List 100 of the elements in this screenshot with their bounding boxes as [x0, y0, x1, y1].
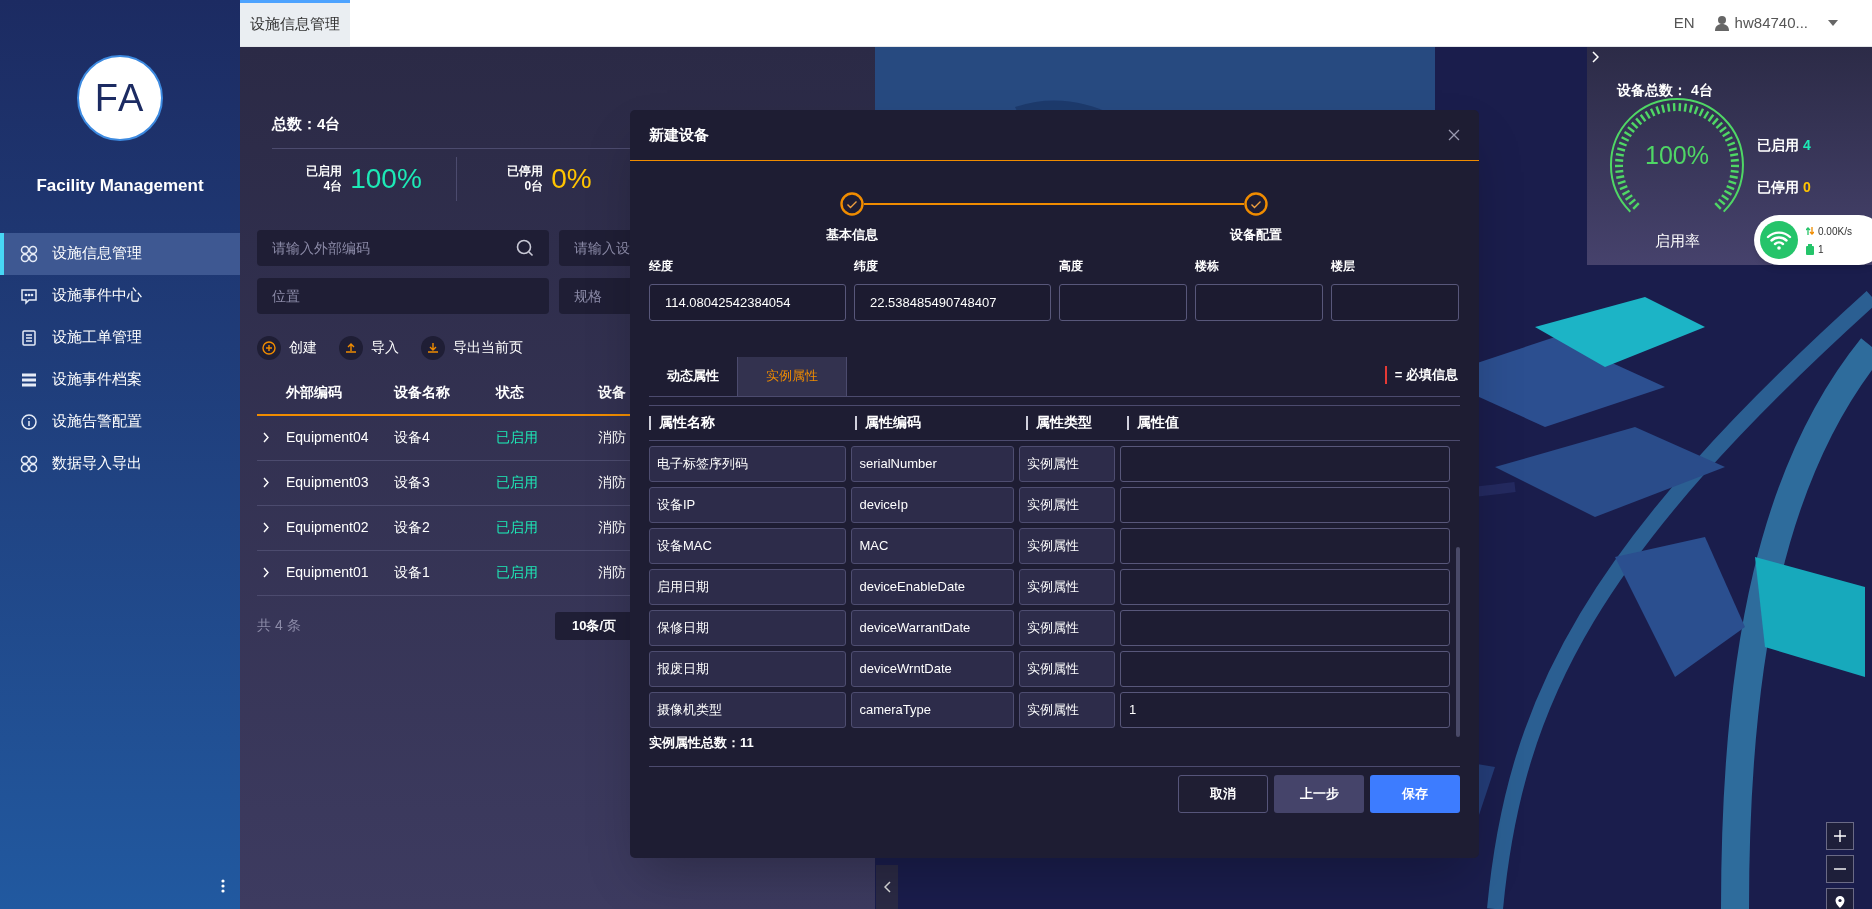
pagination-total: 共 4 条	[257, 616, 302, 635]
attribute-type: 实例属性	[1019, 486, 1115, 523]
attribute-value-field[interactable]	[1119, 650, 1450, 687]
grid-icon	[20, 244, 38, 263]
required-marker	[1384, 365, 1387, 384]
table-cell-text: 消防	[598, 518, 627, 537]
device-total: 设备总数： 4台	[1617, 81, 1713, 100]
sidebar-item[interactable]: 设施事件档案	[0, 358, 240, 401]
field-label: 纬度	[854, 257, 879, 273]
column-header: 外部编码	[286, 383, 343, 402]
table-cell-text: Equipment01	[286, 563, 370, 582]
chat-icon	[20, 286, 38, 305]
input-field[interactable]	[1059, 283, 1187, 321]
document-icon	[20, 328, 38, 347]
table-cell-text: Equipment04	[286, 428, 370, 447]
sidebar-item[interactable]: 数据导入导出	[0, 442, 240, 485]
zoom-out-button[interactable]	[1826, 855, 1854, 883]
stat-label: 已启用	[1757, 136, 1799, 155]
search-icon[interactable]	[516, 238, 534, 257]
chevron-icon[interactable]	[263, 432, 270, 443]
cancel-button[interactable]: 取消	[1178, 775, 1268, 813]
stat-value: 0	[1803, 178, 1811, 197]
network-speed: 0.00K/s	[1818, 224, 1852, 239]
expand-icon[interactable]	[1592, 51, 1599, 63]
attribute-tab[interactable]: 实例属性	[737, 356, 847, 396]
sidebar-item[interactable]: 设施工单管理	[0, 316, 240, 359]
stat-percent: 0%	[551, 164, 592, 193]
input-field[interactable]: 114.08042542384054	[649, 283, 846, 321]
attribute-name: 保修日期	[649, 609, 846, 646]
more-icon[interactable]	[220, 879, 226, 893]
attribute-type: 实例属性	[1019, 527, 1115, 564]
stat-label: 已停用	[507, 163, 544, 179]
locate-button[interactable]	[1826, 888, 1854, 909]
attribute-code: deviceIp	[850, 486, 1015, 523]
grid-icon	[20, 454, 38, 473]
sidebar-item[interactable]: 设施信息管理	[0, 232, 240, 275]
chevron-left-icon	[883, 881, 891, 893]
table-cell-text: Equipment02	[286, 518, 370, 537]
table-cell-text: 已启用	[496, 428, 539, 447]
app-logo: FA	[77, 55, 163, 141]
stat-label: 已停用	[1757, 178, 1799, 197]
zoom-in-button[interactable]	[1826, 822, 1854, 850]
attribute-tab[interactable]: 动态属性	[649, 356, 737, 396]
input-field[interactable]	[1195, 283, 1323, 321]
attribute-value-field[interactable]: 1	[1119, 691, 1450, 728]
chevron-icon[interactable]	[263, 522, 270, 533]
input-field[interactable]: 22.538485490748407	[854, 283, 1051, 321]
location-pin-icon	[1833, 895, 1847, 909]
export-button[interactable]: 导出当前页	[421, 335, 523, 360]
back-button[interactable]: 上一步	[1274, 775, 1364, 813]
attribute-code: cameraType	[850, 691, 1015, 728]
info-icon	[20, 412, 38, 431]
column-header: 设备名称	[394, 383, 451, 402]
attribute-value-field[interactable]	[1119, 486, 1450, 523]
sidebar-item[interactable]: 设施事件中心	[0, 274, 240, 317]
attribute-count: 实例属性总数：11	[649, 733, 755, 752]
chevron-icon[interactable]	[263, 567, 270, 578]
attribute-code: deviceWarrantDate	[850, 609, 1015, 646]
collapse-button[interactable]	[876, 865, 898, 909]
stat-count: 0台	[524, 178, 544, 194]
close-icon[interactable]	[1448, 129, 1460, 141]
table-cell-text: 设备1	[394, 563, 431, 582]
attribute-value-field[interactable]	[1119, 445, 1450, 482]
column-header: 属性编码	[865, 413, 921, 432]
attribute-code: MAC	[850, 527, 1015, 564]
scrollbar-thumb[interactable]	[1456, 546, 1460, 737]
battery-icon	[1806, 243, 1814, 255]
save-button[interactable]: 保存	[1370, 775, 1460, 813]
table-cell-text: 设备4	[394, 428, 431, 447]
column-header: 状态	[496, 383, 525, 402]
attribute-value-field[interactable]	[1119, 527, 1450, 564]
search-field[interactable]: 请输入外部编码	[257, 229, 549, 266]
user-icon	[1714, 15, 1729, 31]
sidebar-item[interactable]: 设施告警配置	[0, 400, 240, 443]
attribute-code: deviceWrntDate	[850, 650, 1015, 687]
chevron-icon[interactable]	[263, 477, 270, 488]
create-button[interactable]: 创建	[257, 335, 317, 360]
device-count: 1	[1818, 242, 1824, 257]
import-button[interactable]: 导入	[339, 335, 399, 360]
attribute-value-field[interactable]	[1119, 609, 1450, 646]
attribute-type: 实例属性	[1019, 609, 1115, 646]
filter-field[interactable]: 位置	[257, 277, 549, 314]
attribute-type: 实例属性	[1019, 691, 1115, 728]
plus-circle-icon	[257, 335, 281, 360]
plus-icon	[1833, 829, 1847, 843]
stat-count: 4台	[323, 178, 343, 194]
field-label: 经度	[649, 257, 674, 273]
caret-icon	[1828, 20, 1838, 26]
dialog-title: 新建设备	[649, 124, 709, 145]
input-field[interactable]	[1331, 283, 1459, 321]
stat-value: 4	[1803, 136, 1811, 155]
attribute-type: 实例属性	[1019, 650, 1115, 687]
column-header: 属性类型	[1036, 413, 1092, 432]
language-link[interactable]: EN	[1673, 11, 1695, 35]
attribute-value-field[interactable]	[1119, 568, 1450, 605]
app-name: Facility Management	[35, 175, 205, 197]
page-tab[interactable]: 设施信息管理	[240, 0, 350, 46]
user-menu[interactable]: hw84740...	[1714, 11, 1838, 35]
step-label: 基本信息	[826, 226, 878, 244]
table-cell-text: 已启用	[496, 518, 539, 537]
